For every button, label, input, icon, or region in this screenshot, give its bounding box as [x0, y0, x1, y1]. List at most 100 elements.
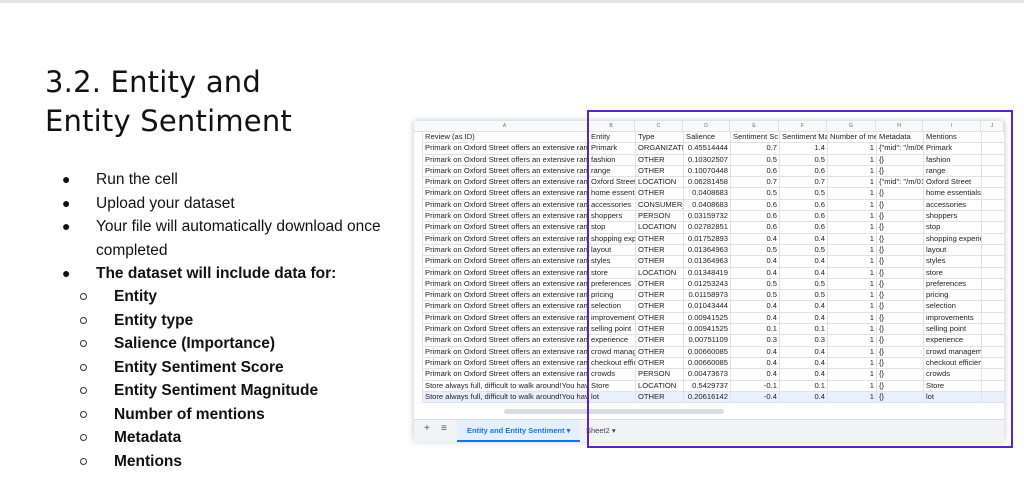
table-cell[interactable]: 0.3	[730, 334, 780, 347]
table-cell[interactable]: 1	[827, 323, 877, 336]
table-cell[interactable]: OTHER	[635, 187, 684, 200]
table-cell[interactable]: 0.5	[779, 153, 828, 166]
table-cell[interactable]: fashion	[923, 153, 982, 166]
table-cell[interactable]: OTHER	[635, 153, 684, 166]
table-cell[interactable]: 1	[827, 289, 877, 302]
table-cell[interactable]: CONSUMER_	[635, 198, 684, 212]
table-cell[interactable]: -0.1	[730, 379, 780, 392]
table-cell[interactable]: {}	[876, 300, 924, 313]
table-cell[interactable]: Oxford Street	[923, 176, 982, 189]
table-cell[interactable]: OTHER	[635, 164, 684, 178]
table-cell[interactable]: Number of me	[827, 130, 877, 144]
table-cell[interactable]: 0.10070448	[683, 164, 731, 178]
table-cell[interactable]: store	[923, 266, 982, 279]
table-cell[interactable]: 1	[827, 311, 877, 325]
table-cell[interactable]: layout	[923, 243, 982, 257]
table-cell[interactable]: {}	[876, 289, 924, 302]
table-cell[interactable]: ORGANIZATI	[635, 142, 684, 155]
table-cell[interactable]: pricing	[588, 289, 636, 302]
column-letter[interactable]: B	[588, 121, 635, 131]
table-cell[interactable]: Primark on Oxford Street offers an exten…	[422, 334, 589, 347]
table-cell[interactable]: OTHER	[635, 232, 684, 245]
table-cell[interactable]: 0.4	[730, 368, 780, 381]
table-cell[interactable]: PERSON	[635, 368, 684, 381]
table-cell[interactable]: 1	[827, 345, 877, 358]
table-cell[interactable]: lot	[588, 390, 636, 404]
table-cell[interactable]: 0.7	[730, 142, 780, 155]
table-cell[interactable]: 0.4	[779, 356, 828, 370]
table-cell[interactable]: Store	[923, 379, 982, 392]
table-cell[interactable]: Review (as ID)	[422, 130, 589, 144]
table-cell[interactable]: 1	[827, 368, 877, 381]
table-cell[interactable]	[981, 300, 1005, 313]
column-letter[interactable]: F	[779, 121, 827, 131]
table-cell[interactable]: 0.6	[730, 198, 780, 212]
table-cell[interactable]: 1	[827, 356, 877, 370]
table-cell[interactable]: {}	[876, 311, 924, 325]
table-cell[interactable]: checkout effic	[588, 356, 636, 370]
table-cell[interactable]: OTHER	[635, 345, 684, 358]
table-cell[interactable]: Salience	[683, 130, 731, 144]
table-cell[interactable]: PERSON	[635, 210, 684, 223]
table-cell[interactable]: improvements	[588, 311, 636, 325]
table-cell[interactable]: 0.10302507	[683, 153, 731, 166]
table-cell[interactable]: 0.1	[779, 323, 828, 336]
table-cell[interactable]	[981, 356, 1005, 370]
table-cell[interactable]: Primark on Oxford Street offers an exten…	[422, 243, 589, 257]
column-letter[interactable]: H	[876, 121, 923, 131]
table-cell[interactable]: 0.01158973	[683, 289, 731, 302]
table-cell[interactable]: Primark on Oxford Street offers an exten…	[422, 187, 589, 200]
table-cell[interactable]: 0.4	[779, 390, 828, 404]
table-cell[interactable]: 0.4	[730, 232, 780, 245]
table-cell[interactable]	[981, 289, 1005, 302]
table-cell[interactable]: selling point	[923, 323, 982, 336]
table-cell[interactable]	[981, 243, 1005, 257]
table-cell[interactable]: lot	[923, 390, 982, 404]
table-cell[interactable]: {}	[876, 334, 924, 347]
table-cell[interactable]: {}	[876, 210, 924, 223]
tab-entity-and-entity-sentiment[interactable]: Entity and Entity Sentiment ▾	[457, 420, 581, 442]
table-cell[interactable]: Sentiment Sc	[730, 130, 780, 144]
table-cell[interactable]: 0.01752893	[683, 232, 731, 245]
table-cell[interactable]: 0.4	[779, 368, 828, 381]
table-cell[interactable]: selling point	[588, 323, 636, 336]
table-cell[interactable]: 0.01364963	[683, 243, 731, 257]
table-cell[interactable]	[981, 379, 1005, 392]
table-cell[interactable]: experience	[923, 334, 982, 347]
table-cell[interactable]: LOCATION	[635, 266, 684, 279]
table-cell[interactable]: 1	[827, 255, 877, 268]
table-cell[interactable]: styles	[923, 255, 982, 268]
table-cell[interactable]: store	[588, 266, 636, 279]
table-cell[interactable]: shopping exp	[588, 232, 636, 245]
table-cell[interactable]: pricing	[923, 289, 982, 302]
table-cell[interactable]: 1	[827, 243, 877, 257]
table-cell[interactable]: 0.00660085	[683, 345, 731, 358]
table-cell[interactable]	[981, 266, 1005, 279]
table-cell[interactable]: 0.5	[730, 187, 780, 200]
table-cell[interactable]: {}	[876, 379, 924, 392]
table-cell[interactable]: 0.6	[730, 164, 780, 178]
table-cell[interactable]: Primark on Oxford Street offers an exten…	[422, 142, 589, 155]
add-sheet-icon[interactable]: +	[424, 423, 430, 434]
table-cell[interactable]: {}	[876, 164, 924, 178]
table-cell[interactable]: OTHER	[635, 356, 684, 370]
table-cell[interactable]: OTHER	[635, 300, 684, 313]
table-cell[interactable]: Oxford Street	[588, 176, 636, 189]
table-cell[interactable]: Primark on Oxford Street offers an exten…	[422, 210, 589, 223]
table-cell[interactable]: 1	[827, 142, 877, 155]
table-cell[interactable]: Primark on Oxford Street offers an exten…	[422, 345, 589, 358]
table-cell[interactable]: Primark on Oxford Street offers an exten…	[422, 232, 589, 245]
table-cell[interactable]: 0.4	[779, 345, 828, 358]
table-cell[interactable]: crowd manag	[588, 345, 636, 358]
table-cell[interactable]: crowds	[923, 368, 982, 381]
table-cell[interactable]: 0.4	[730, 311, 780, 325]
table-cell[interactable]: 0.5	[730, 277, 780, 291]
table-cell[interactable]: 0.01043444	[683, 300, 731, 313]
table-cell[interactable]: 0.4	[779, 266, 828, 279]
table-cell[interactable]: home essenti	[588, 187, 636, 200]
table-cell[interactable]: LOCATION	[635, 221, 684, 234]
table-cell[interactable]	[981, 187, 1005, 200]
table-cell[interactable]: 0.5	[730, 289, 780, 302]
table-cell[interactable]: 0.0408683	[683, 187, 731, 200]
horizontal-scrollbar[interactable]	[504, 409, 724, 414]
